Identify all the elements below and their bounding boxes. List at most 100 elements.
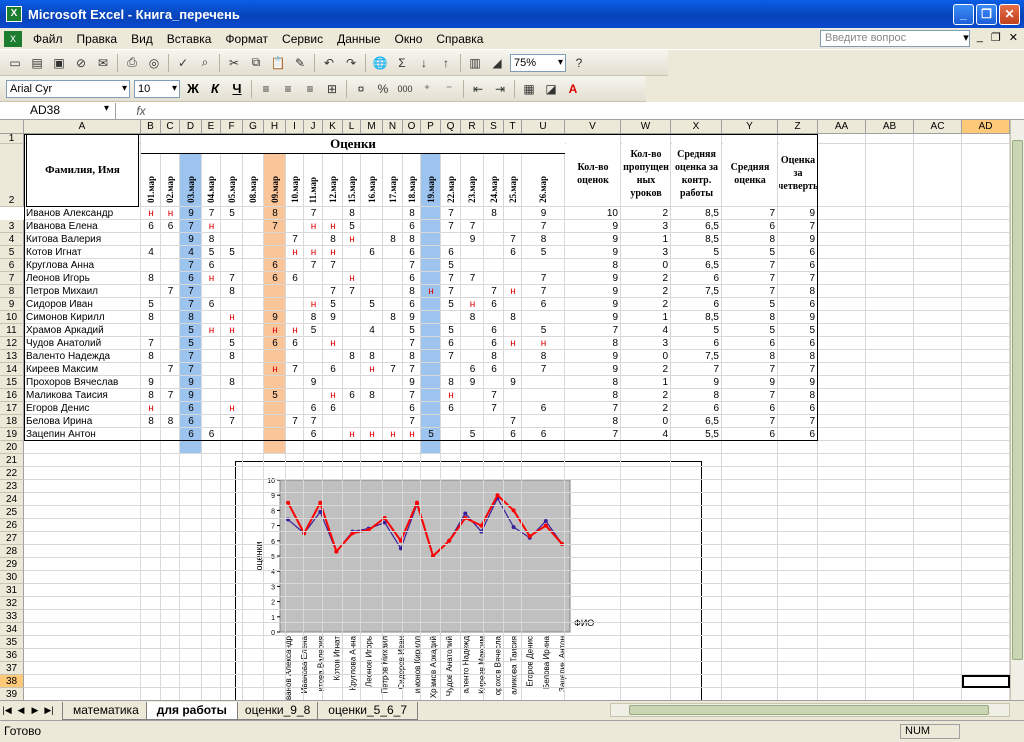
- row-header-7[interactable]: 7: [0, 272, 24, 285]
- select-all-corner[interactable]: [0, 120, 24, 134]
- row-header-11[interactable]: 11: [0, 324, 24, 337]
- paste-icon[interactable]: 📋: [268, 53, 288, 73]
- column-header-n[interactable]: N: [383, 120, 403, 134]
- drawing-icon[interactable]: ◢: [487, 53, 507, 73]
- doc-restore-button[interactable]: ❐: [991, 31, 1001, 44]
- ask-question-input[interactable]: Введите вопрос: [820, 30, 970, 47]
- sort-descending-icon[interactable]: ↑: [436, 53, 456, 73]
- menu-view[interactable]: Вид: [124, 32, 160, 46]
- formula-input[interactable]: [166, 103, 1024, 119]
- column-header-c[interactable]: C: [161, 120, 180, 134]
- row-header-30[interactable]: 30: [0, 571, 24, 584]
- help-icon[interactable]: ?: [569, 53, 589, 73]
- zoom-dropdown[interactable]: 75%: [510, 53, 566, 72]
- column-header-t[interactable]: T: [504, 120, 522, 134]
- column-header-p[interactable]: P: [421, 120, 441, 134]
- active-cell[interactable]: [962, 675, 1010, 688]
- doc-close-button[interactable]: ✕: [1009, 31, 1018, 44]
- row-header-14[interactable]: 14: [0, 363, 24, 376]
- row-header-5[interactable]: 5: [0, 246, 24, 259]
- format-painter-icon[interactable]: ✎: [290, 53, 310, 73]
- italic-button[interactable]: К: [205, 79, 225, 99]
- fill-color-icon[interactable]: ◪: [541, 79, 561, 99]
- open-icon[interactable]: ▤: [27, 53, 47, 73]
- borders-icon[interactable]: ▦: [519, 79, 539, 99]
- row-header-23[interactable]: 23: [0, 480, 24, 493]
- sheet-tab-work[interactable]: для работы: [145, 701, 238, 720]
- column-header-d[interactable]: D: [180, 120, 202, 134]
- column-header-ab[interactable]: AB: [866, 120, 914, 134]
- column-header-l[interactable]: L: [343, 120, 361, 134]
- sort-ascending-icon[interactable]: ↓: [414, 53, 434, 73]
- row-header-15[interactable]: 15: [0, 376, 24, 389]
- column-header-s[interactable]: S: [484, 120, 504, 134]
- grades-chart[interactable]: 012345678910ванов АлександрИванова Елена…: [235, 461, 702, 700]
- increase-decimal-icon[interactable]: ⁺: [417, 79, 437, 99]
- column-header-m[interactable]: M: [361, 120, 383, 134]
- sheet-tab-grades-9-8[interactable]: оценки_9_8: [233, 701, 322, 720]
- hyperlink-icon[interactable]: 🌐: [370, 53, 390, 73]
- align-center-icon[interactable]: ≡: [278, 79, 298, 99]
- autosum-icon[interactable]: Σ: [392, 53, 412, 73]
- increase-indent-icon[interactable]: ⇥: [490, 79, 510, 99]
- row-header-38[interactable]: 38: [0, 675, 24, 688]
- row-header-25[interactable]: 25: [0, 506, 24, 519]
- save-icon[interactable]: ▣: [49, 53, 69, 73]
- menu-help[interactable]: Справка: [429, 32, 490, 46]
- restore-button[interactable]: ❐: [976, 4, 997, 25]
- row-header-32[interactable]: 32: [0, 597, 24, 610]
- new-icon[interactable]: ▭: [5, 53, 25, 73]
- email-icon[interactable]: ✉: [93, 53, 113, 73]
- column-header-o[interactable]: O: [403, 120, 421, 134]
- doc-minimize-icon[interactable]: ▾: [963, 31, 969, 44]
- doc-minimize-button[interactable]: _: [977, 31, 983, 44]
- menu-window[interactable]: Окно: [387, 32, 429, 46]
- row-header-36[interactable]: 36: [0, 649, 24, 662]
- row-header-28[interactable]: 28: [0, 545, 24, 558]
- row-header-4[interactable]: 4: [0, 233, 24, 246]
- column-header-w[interactable]: W: [621, 120, 671, 134]
- vertical-scroll-thumb[interactable]: [1012, 140, 1023, 660]
- column-header-f[interactable]: F: [221, 120, 243, 134]
- row-header-13[interactable]: 13: [0, 350, 24, 363]
- column-header-r[interactable]: R: [461, 120, 484, 134]
- row-header-33[interactable]: 33: [0, 610, 24, 623]
- permission-icon[interactable]: ⊘: [71, 53, 91, 73]
- column-header-h[interactable]: H: [264, 120, 286, 134]
- column-header-aa[interactable]: AA: [818, 120, 866, 134]
- sheet-tab-math[interactable]: математика: [62, 701, 150, 720]
- row-header-24[interactable]: 24: [0, 493, 24, 506]
- row-header-26[interactable]: 26: [0, 519, 24, 532]
- minimize-button[interactable]: _: [953, 4, 974, 25]
- column-header-x[interactable]: X: [671, 120, 722, 134]
- row-header-29[interactable]: 29: [0, 558, 24, 571]
- menu-insert[interactable]: Вставка: [160, 32, 219, 46]
- row-header-10[interactable]: 10: [0, 311, 24, 324]
- print-icon[interactable]: ⎙: [122, 53, 142, 73]
- cut-icon[interactable]: ✂: [224, 53, 244, 73]
- row-header-2[interactable]: 2: [0, 144, 24, 207]
- row-header-21[interactable]: 21: [0, 454, 24, 467]
- column-header-k[interactable]: K: [323, 120, 343, 134]
- last-sheet-icon[interactable]: ▶|: [42, 705, 56, 716]
- decrease-decimal-icon[interactable]: ⁻: [439, 79, 459, 99]
- align-left-icon[interactable]: ≡: [256, 79, 276, 99]
- row-header-18[interactable]: 18: [0, 415, 24, 428]
- row-header-19[interactable]: 19: [0, 428, 24, 441]
- percent-button[interactable]: %: [373, 79, 393, 99]
- font-color-icon[interactable]: A: [563, 79, 583, 99]
- currency-icon[interactable]: ¤: [351, 79, 371, 99]
- document-icon[interactable]: X: [4, 30, 22, 47]
- vertical-scrollbar[interactable]: [1010, 120, 1024, 700]
- column-header-u[interactable]: U: [522, 120, 565, 134]
- row-header-20[interactable]: 20: [0, 441, 24, 454]
- row-header-31[interactable]: 31: [0, 584, 24, 597]
- copy-icon[interactable]: ⧉: [246, 53, 266, 73]
- column-header-y[interactable]: Y: [722, 120, 778, 134]
- research-icon[interactable]: ⌕: [195, 53, 215, 73]
- row-header-3[interactable]: 3: [0, 220, 24, 233]
- menu-tools[interactable]: Сервис: [275, 32, 330, 46]
- row-header-39[interactable]: 39: [0, 688, 24, 700]
- menu-format[interactable]: Формат: [218, 32, 275, 46]
- column-header-ac[interactable]: AC: [914, 120, 962, 134]
